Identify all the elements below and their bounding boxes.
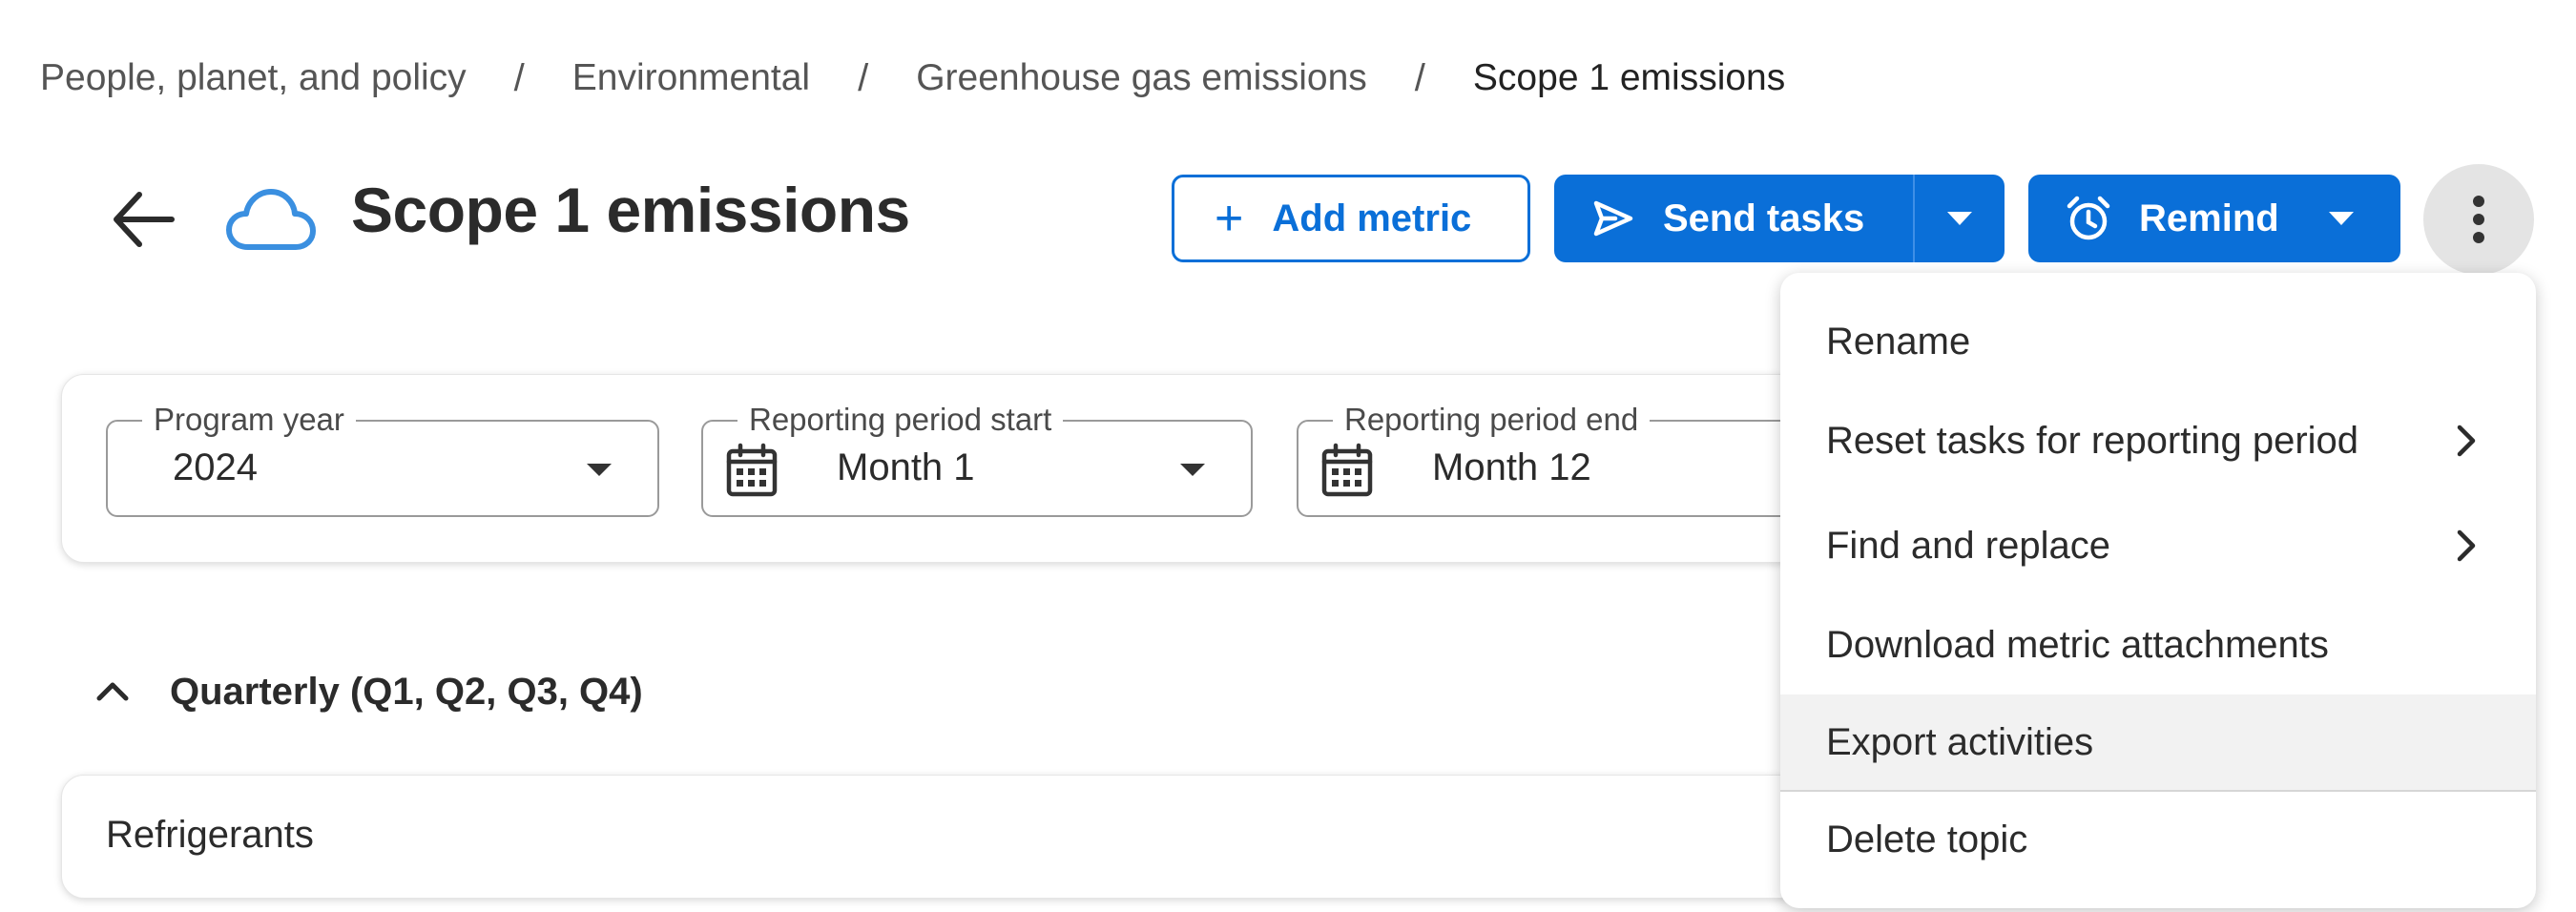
menu-item-reset-tasks[interactable]: Reset tasks for reporting period — [1780, 393, 2536, 488]
arrow-left-icon — [114, 192, 175, 247]
list-item[interactable]: Refrigerants — [61, 775, 1979, 899]
send-tasks-label: Send tasks — [1663, 197, 1865, 239]
menu-item-rename[interactable]: Rename — [1780, 294, 2536, 389]
breadcrumb-separator: / — [1414, 56, 1425, 99]
chevron-right-icon — [2457, 425, 2476, 457]
caret-down-icon — [587, 464, 612, 476]
remind-button[interactable]: Remind — [2028, 175, 2400, 262]
add-metric-label: Add metric — [1272, 197, 1472, 239]
chevron-right-icon — [2457, 529, 2476, 562]
caret-down-icon — [1180, 464, 1205, 476]
menu-item-download-attachments[interactable]: Download metric attachments — [1780, 597, 2536, 693]
menu-item-delete-topic[interactable]: Delete topic — [1780, 792, 2536, 887]
breadcrumb-item-people-planet-policy[interactable]: People, planet, and policy — [40, 57, 467, 99]
menu-item-find-replace[interactable]: Find and replace — [1780, 498, 2536, 593]
calendar-icon — [726, 443, 778, 497]
page-title: Scope 1 emissions — [351, 175, 910, 245]
breadcrumb-item-current: Scope 1 emissions — [1472, 57, 1786, 98]
reporting-period-start-value: Month 1 — [837, 446, 975, 488]
reporting-period-start-label: Reporting period start — [737, 403, 1064, 437]
menu-item-label: Delete topic — [1826, 818, 2028, 860]
breadcrumb-item-greenhouse-gas[interactable]: Greenhouse gas emissions — [916, 57, 1367, 99]
send-tasks-split-button: Send tasks — [1554, 175, 2005, 262]
breadcrumb-separator: / — [513, 56, 525, 99]
chevron-up-icon — [96, 682, 129, 701]
alarm-clock-icon — [2067, 196, 2110, 240]
breadcrumb-item-environmental[interactable]: Environmental — [572, 57, 810, 99]
reporting-period-end-label: Reporting period end — [1333, 403, 1651, 437]
caret-down-icon — [1947, 212, 1972, 225]
kebab-icon — [2473, 196, 2484, 243]
send-tasks-button[interactable]: Send tasks — [1554, 175, 1915, 262]
reporting-period-start-select[interactable]: Reporting period start Month 1 — [701, 403, 1253, 517]
menu-item-export-activities[interactable]: Export activities — [1780, 694, 2536, 790]
send-tasks-dropdown-button[interactable] — [1915, 175, 2005, 262]
program-year-label: Program year — [142, 403, 356, 437]
more-options-menu: Rename Reset tasks for reporting period … — [1780, 273, 2536, 908]
program-year-select[interactable]: Program year 2024 — [106, 403, 659, 517]
section-title: Quarterly (Q1, Q2, Q3, Q4) — [170, 670, 643, 713]
section-toggle-quarterly[interactable]: Quarterly (Q1, Q2, Q3, Q4) — [95, 663, 643, 720]
filter-card: Program year 2024 Reporting period start… — [61, 374, 2003, 563]
menu-item-label: Download metric attachments — [1826, 623, 2329, 666]
send-icon — [1593, 200, 1633, 237]
caret-down-icon — [2328, 212, 2354, 225]
list-item-label: Refrigerants — [106, 814, 314, 856]
plus-icon: + — [1215, 191, 1244, 246]
more-options-button[interactable] — [2423, 164, 2534, 275]
menu-item-label: Find and replace — [1826, 524, 2110, 567]
add-metric-button[interactable]: + Add metric — [1172, 175, 1530, 262]
reporting-period-end-value: Month 12 — [1432, 446, 1591, 488]
calendar-icon — [1321, 443, 1373, 497]
menu-item-label: Rename — [1826, 320, 1971, 363]
cloud-icon — [226, 189, 316, 250]
menu-item-label: Export activities — [1826, 720, 2094, 763]
breadcrumb: People, planet, and policy / Environment… — [40, 50, 1785, 107]
back-button[interactable] — [105, 181, 181, 258]
remind-label: Remind — [2139, 197, 2279, 239]
menu-item-label: Reset tasks for reporting period — [1826, 419, 2359, 462]
program-year-value: 2024 — [173, 446, 258, 488]
breadcrumb-separator: / — [858, 56, 869, 99]
